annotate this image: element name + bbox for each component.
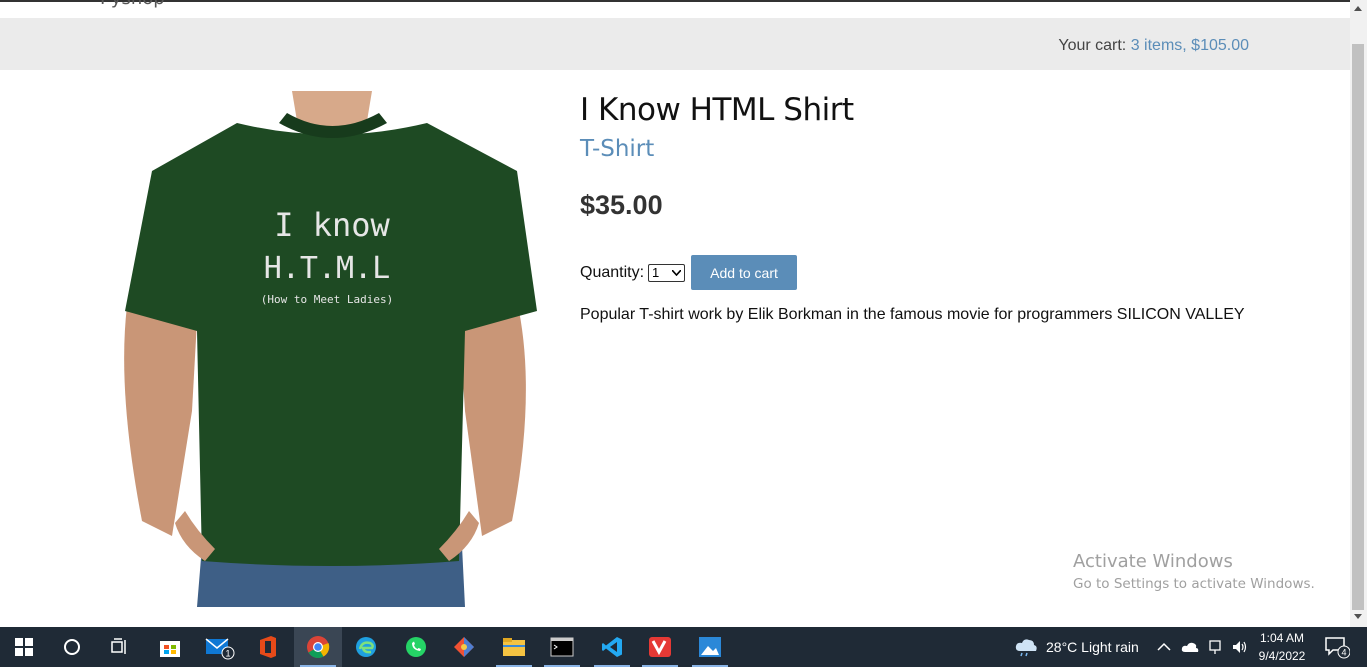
- notification-count: 4: [1341, 648, 1346, 658]
- taskbar-store[interactable]: [146, 627, 194, 667]
- product-category-link[interactable]: T-Shirt: [580, 136, 854, 162]
- chrome-icon: [307, 636, 330, 658]
- onedrive-icon[interactable]: [1181, 640, 1199, 654]
- search-button[interactable]: [48, 627, 96, 667]
- volume-icon[interactable]: [1231, 639, 1249, 655]
- network-icon[interactable]: [1207, 639, 1223, 655]
- add-to-cart-button[interactable]: Add to cart: [691, 255, 798, 290]
- system-tray: [1157, 627, 1249, 667]
- clock[interactable]: 1:04 AM 9/4/2022: [1254, 629, 1310, 665]
- taskbar-git[interactable]: [440, 627, 488, 667]
- cloud-rain-icon: [1015, 639, 1037, 657]
- git-icon: [454, 637, 474, 657]
- photos-icon: [699, 637, 721, 657]
- quantity-value: 1: [652, 265, 660, 280]
- taskbar-office[interactable]: [244, 627, 292, 667]
- taskbar-terminal[interactable]: [538, 627, 586, 667]
- chevron-down-icon: [672, 269, 682, 276]
- scroll-down-icon[interactable]: [1354, 614, 1362, 619]
- windows-icon: [15, 638, 33, 656]
- product-title: I Know HTML Shirt: [580, 92, 854, 128]
- product-image: I know H.T.M.L (How to Meet Ladies): [97, 91, 552, 607]
- scroll-thumb[interactable]: [1352, 44, 1364, 610]
- notification-icon: 4: [1325, 637, 1350, 659]
- quantity-row: Quantity: 1 Add to cart: [580, 255, 798, 290]
- shirt-print-line3: (How to Meet Ladies): [261, 293, 393, 306]
- shirt-print-line1: I know: [274, 206, 390, 244]
- task-view-button[interactable]: [96, 627, 144, 667]
- taskbar-mail[interactable]: 1: [196, 627, 244, 667]
- cart-bar: Your cart: 3 items, $105.00: [0, 18, 1350, 70]
- mail-icon: 1: [205, 638, 235, 660]
- notification-center-button[interactable]: 4: [1314, 627, 1360, 667]
- taskbar-whatsapp[interactable]: [392, 627, 440, 667]
- product-description: Popular T-shirt work by Elik Borkman in …: [580, 306, 1245, 323]
- start-button[interactable]: [0, 627, 48, 667]
- product-info: I Know HTML Shirt T-Shirt $35.00 Quantit…: [580, 92, 1245, 323]
- taskbar-file-explorer[interactable]: [490, 627, 538, 667]
- site-logo[interactable]: Pyshop: [100, 0, 165, 9]
- weather-text: 28°C Light rain: [1046, 639, 1139, 655]
- office-icon: [260, 636, 276, 658]
- terminal-icon: [550, 637, 574, 657]
- vertical-scrollbar[interactable]: [1350, 0, 1367, 627]
- chevron-up-icon[interactable]: [1157, 642, 1171, 652]
- cart-label: Your cart:: [1058, 37, 1127, 54]
- vscode-icon: [602, 637, 622, 657]
- taskbar-photos[interactable]: [686, 627, 734, 667]
- top-border: [0, 0, 1350, 2]
- vivaldi-icon: [649, 637, 671, 657]
- search-circle-icon: [64, 639, 80, 655]
- taskbar-vscode[interactable]: [588, 627, 636, 667]
- taskbar-vivaldi[interactable]: [636, 627, 684, 667]
- task-view-icon: [111, 638, 126, 654]
- windows-taskbar: 1 28°C Light rain 1:04 AM 9/4/2022 4: [0, 627, 1367, 667]
- clock-time: 1:04 AM: [1259, 631, 1305, 645]
- scroll-up-icon[interactable]: [1354, 6, 1362, 11]
- mail-badge: 1: [225, 649, 230, 659]
- store-icon: [160, 641, 180, 657]
- quantity-label: Quantity:: [580, 263, 645, 281]
- edge-icon: [356, 637, 376, 657]
- clock-date: 9/4/2022: [1258, 649, 1306, 663]
- folder-icon: [503, 638, 525, 656]
- product-price: $35.00: [580, 190, 663, 220]
- cart-link[interactable]: 3 items, $105.00: [1131, 37, 1249, 54]
- activate-windows-watermark: Activate Windows Go to Settings to activ…: [1073, 551, 1315, 592]
- weather-widget[interactable]: 28°C Light rain: [1014, 627, 1139, 667]
- whatsapp-icon: [406, 637, 426, 657]
- quantity-select[interactable]: 1: [648, 263, 686, 282]
- shirt-print-line2: H.T.M.L: [264, 251, 390, 286]
- watermark-title: Activate Windows: [1073, 551, 1233, 572]
- taskbar-chrome[interactable]: [294, 627, 342, 667]
- watermark-subtitle: Go to Settings to activate Windows.: [1073, 576, 1315, 592]
- taskbar-edge[interactable]: [342, 627, 390, 667]
- cart-summary: Your cart: 3 items, $105.00: [1058, 37, 1249, 55]
